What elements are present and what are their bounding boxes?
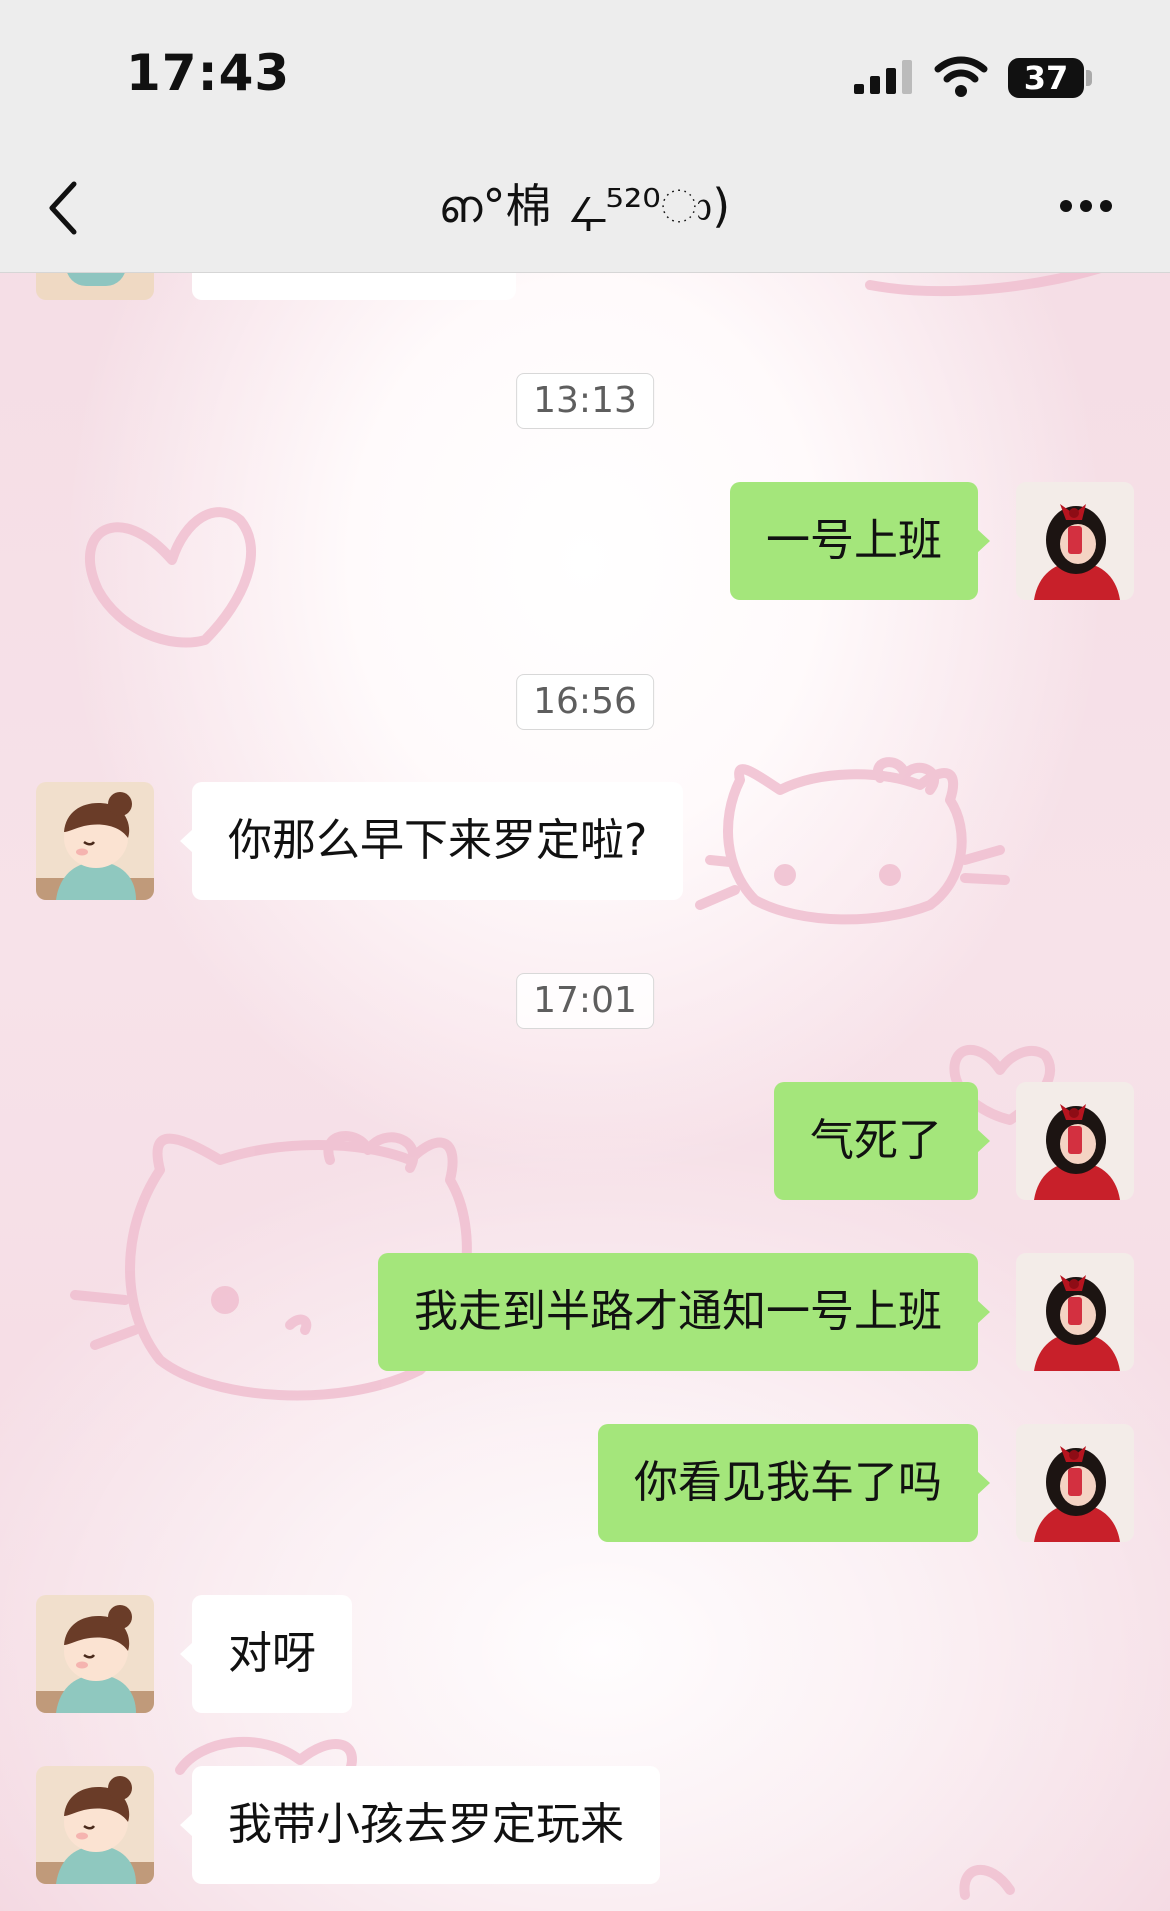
status-time: 17:43 <box>126 44 291 102</box>
top-bar: 17:43 37 ഩ°棉 ഺ⁵²⁰ා) <box>0 0 1170 273</box>
hello-kitty-pattern <box>70 260 1115 1900</box>
timestamp: 16:56 <box>516 674 654 730</box>
contact-avatar[interactable] <box>36 782 154 900</box>
contact-avatar[interactable] <box>36 1766 154 1884</box>
my-avatar[interactable] <box>1016 1082 1134 1200</box>
message-bubble-received[interactable]: 你那么早下来罗定啦? <box>179 782 684 900</box>
message-bubble-sent[interactable]: 我走到半路才通知一号上班 <box>378 1253 990 1371</box>
chat-title[interactable]: ഩ°棉 ഺ⁵²⁰ා) <box>0 170 1170 236</box>
message-bubble-received[interactable]: 我带小孩去罗定玩来 <box>180 1766 660 1884</box>
message-bubble-sent[interactable]: 一号上班 <box>730 482 990 600</box>
chat-wallpaper <box>0 0 1170 1911</box>
wifi-icon <box>934 56 988 97</box>
my-avatar[interactable] <box>1016 1424 1134 1542</box>
message-bubble-sent[interactable]: 你看见我车了吗 <box>598 1424 990 1542</box>
contact-avatar[interactable] <box>36 1595 154 1713</box>
more-icon[interactable] <box>1058 196 1114 216</box>
timestamp: 17:01 <box>516 973 654 1029</box>
timestamp: 13:13 <box>516 373 654 429</box>
message-bubble-sent[interactable]: 气死了 <box>774 1082 990 1200</box>
my-avatar[interactable] <box>1016 482 1134 600</box>
signal-icon <box>854 60 912 94</box>
battery-tip <box>1086 70 1092 86</box>
battery-icon: 37 <box>1008 58 1084 98</box>
my-avatar[interactable] <box>1016 1253 1134 1371</box>
message-bubble-received[interactable]: 对呀 <box>180 1595 352 1713</box>
